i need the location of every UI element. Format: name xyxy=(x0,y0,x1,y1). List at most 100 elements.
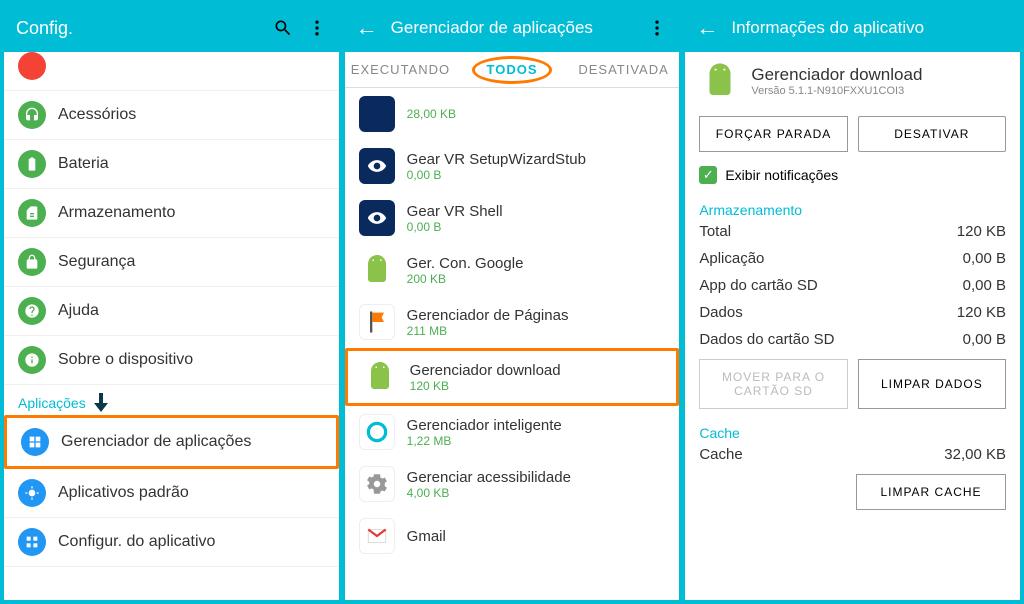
app-size: 28,00 KB xyxy=(407,107,456,121)
app-size: 200 KB xyxy=(407,272,524,286)
app-info-body: Gerenciador download Versão 5.1.1-N910FX… xyxy=(685,52,1020,516)
app-manager-panel: Gerenciador de aplicações EXECUTANDO TOD… xyxy=(345,4,680,600)
storage-row: Aplicação0,00 B xyxy=(699,245,1006,272)
app-row[interactable]: Gear VR Shell 0,00 B xyxy=(345,192,680,244)
list-item[interactable] xyxy=(4,52,339,91)
page-title: Config. xyxy=(16,18,259,39)
app-size: 4,00 KB xyxy=(407,486,571,500)
app-row[interactable]: Ger. Con. Google 200 KB xyxy=(345,244,680,296)
app-info-panel: Informações do aplicativo Gerenciador do… xyxy=(685,4,1020,600)
more-icon[interactable] xyxy=(647,18,667,38)
storage-row: Total120 KB xyxy=(699,218,1006,245)
disable-button[interactable]: DESATIVAR xyxy=(858,116,1006,152)
list-item-battery[interactable]: Bateria xyxy=(4,140,339,189)
help-icon xyxy=(18,297,46,325)
app-name: Gear VR Shell xyxy=(407,203,503,220)
info-icon xyxy=(18,346,46,374)
list-item-label: Aplicativos padrão xyxy=(58,484,189,502)
force-stop-button[interactable]: FORÇAR PARADA xyxy=(699,116,847,152)
list-item-label: Configur. do aplicativo xyxy=(58,533,215,551)
apps-icon xyxy=(21,428,49,456)
cache-row: Cache32,00 KB xyxy=(699,441,1006,468)
header: Informações do aplicativo xyxy=(685,4,1020,52)
storage-buttons: MOVER PARA O CARTÃO SD LIMPAR DADOS xyxy=(699,359,1006,409)
app-row[interactable]: Gerenciar acessibilidade 4,00 KB xyxy=(345,458,680,510)
list-item-label: Ajuda xyxy=(58,302,99,320)
settings-panel: Config. Acessórios Bateria Armazenamento… xyxy=(4,4,339,600)
storage-row: Dados120 KB xyxy=(699,299,1006,326)
storage-icon xyxy=(18,199,46,227)
list-item-app-manager[interactable]: Gerenciador de aplicações xyxy=(4,415,339,469)
list-item-app-config[interactable]: Configur. do aplicativo xyxy=(4,518,339,567)
android-icon xyxy=(362,359,398,395)
flag-icon xyxy=(359,304,395,340)
app-name: Gerenciador de Páginas xyxy=(407,307,569,324)
app-header: Gerenciador download Versão 5.1.1-N910FX… xyxy=(699,60,1006,110)
lock-icon xyxy=(18,248,46,276)
list-item-label: Armazenamento xyxy=(58,204,175,222)
app-name: Gmail xyxy=(407,528,446,545)
app-name: Gerenciador inteligente xyxy=(407,417,562,434)
show-notifications-row[interactable]: ✓ Exibir notificações xyxy=(699,158,1006,192)
app-name: Gerenciador download xyxy=(751,65,922,85)
app-row-download-manager[interactable]: Gerenciador download 120 KB xyxy=(345,348,680,406)
battery-icon xyxy=(18,150,46,178)
back-icon[interactable] xyxy=(357,18,377,38)
cache-buttons: LIMPAR CACHE xyxy=(699,474,1006,510)
app-version: Versão 5.1.1-N910FXXU1COI3 xyxy=(751,85,922,97)
list-item-security[interactable]: Segurança xyxy=(4,238,339,287)
app-row[interactable]: 28,00 KB xyxy=(345,88,680,140)
headset-icon xyxy=(18,101,46,129)
action-buttons: FORÇAR PARADA DESATIVAR xyxy=(699,116,1006,152)
tab-running[interactable]: EXECUTANDO xyxy=(345,52,457,87)
ring-icon xyxy=(359,414,395,450)
section-label-apps: Aplicações xyxy=(4,385,339,415)
search-icon[interactable] xyxy=(273,18,293,38)
list-item-label: Sobre o dispositivo xyxy=(58,351,193,369)
tabs: EXECUTANDO TODOS DESATIVADA xyxy=(345,52,680,88)
settings-list: Acessórios Bateria Armazenamento Seguran… xyxy=(4,52,339,600)
list-item-label: Bateria xyxy=(58,155,109,173)
eye-icon xyxy=(359,200,395,236)
list-item-storage[interactable]: Armazenamento xyxy=(4,189,339,238)
list-item-about[interactable]: Sobre o dispositivo xyxy=(4,336,339,385)
app-name: Gerenciador download xyxy=(410,362,561,379)
app-row[interactable]: Gerenciador inteligente 1,22 MB xyxy=(345,406,680,458)
app-row[interactable]: Gear VR SetupWizardStub 0,00 B xyxy=(345,140,680,192)
app-name: Ger. Con. Google xyxy=(407,255,524,272)
cache-section-label: Cache xyxy=(699,415,1006,441)
app-size: 0,00 B xyxy=(407,168,586,182)
android-icon xyxy=(699,60,741,102)
clear-data-button[interactable]: LIMPAR DADOS xyxy=(858,359,1006,409)
page-title: Gerenciador de aplicações xyxy=(391,18,634,38)
list-item-label: Acessórios xyxy=(58,106,136,124)
app-size: 211 MB xyxy=(407,324,569,338)
move-sd-button: MOVER PARA O CARTÃO SD xyxy=(699,359,847,409)
clear-cache-button[interactable]: LIMPAR CACHE xyxy=(856,474,1006,510)
list-item-help[interactable]: Ajuda xyxy=(4,287,339,336)
app-size: 1,22 MB xyxy=(407,434,562,448)
checkbox-checked-icon: ✓ xyxy=(699,166,717,184)
header: Config. xyxy=(4,4,339,52)
app-config-icon xyxy=(18,528,46,556)
app-size: 0,00 B xyxy=(407,220,503,234)
storage-section-label: Armazenamento xyxy=(699,192,1006,218)
gmail-icon xyxy=(359,518,395,554)
app-name: Gerenciar acessibilidade xyxy=(407,469,571,486)
tab-all[interactable]: TODOS xyxy=(456,52,568,87)
list-item-label: Segurança xyxy=(58,253,135,271)
list-item-accessories[interactable]: Acessórios xyxy=(4,91,339,140)
tab-disabled[interactable]: DESATIVADA xyxy=(568,52,680,87)
app-list: 28,00 KB Gear VR SetupWizardStub 0,00 B … xyxy=(345,88,680,600)
page-title: Informações do aplicativo xyxy=(731,18,1008,38)
generic-icon xyxy=(18,52,46,80)
more-icon[interactable] xyxy=(307,18,327,38)
eye-icon xyxy=(359,148,395,184)
checkbox-label: Exibir notificações xyxy=(725,167,838,183)
list-item-default-apps[interactable]: Aplicativos padrão xyxy=(4,469,339,518)
app-row[interactable]: Gerenciador de Páginas 211 MB xyxy=(345,296,680,348)
app-size: 120 KB xyxy=(410,379,561,393)
app-row[interactable]: Gmail xyxy=(345,510,680,562)
back-icon[interactable] xyxy=(697,18,717,38)
storage-row: App do cartão SD0,00 B xyxy=(699,272,1006,299)
